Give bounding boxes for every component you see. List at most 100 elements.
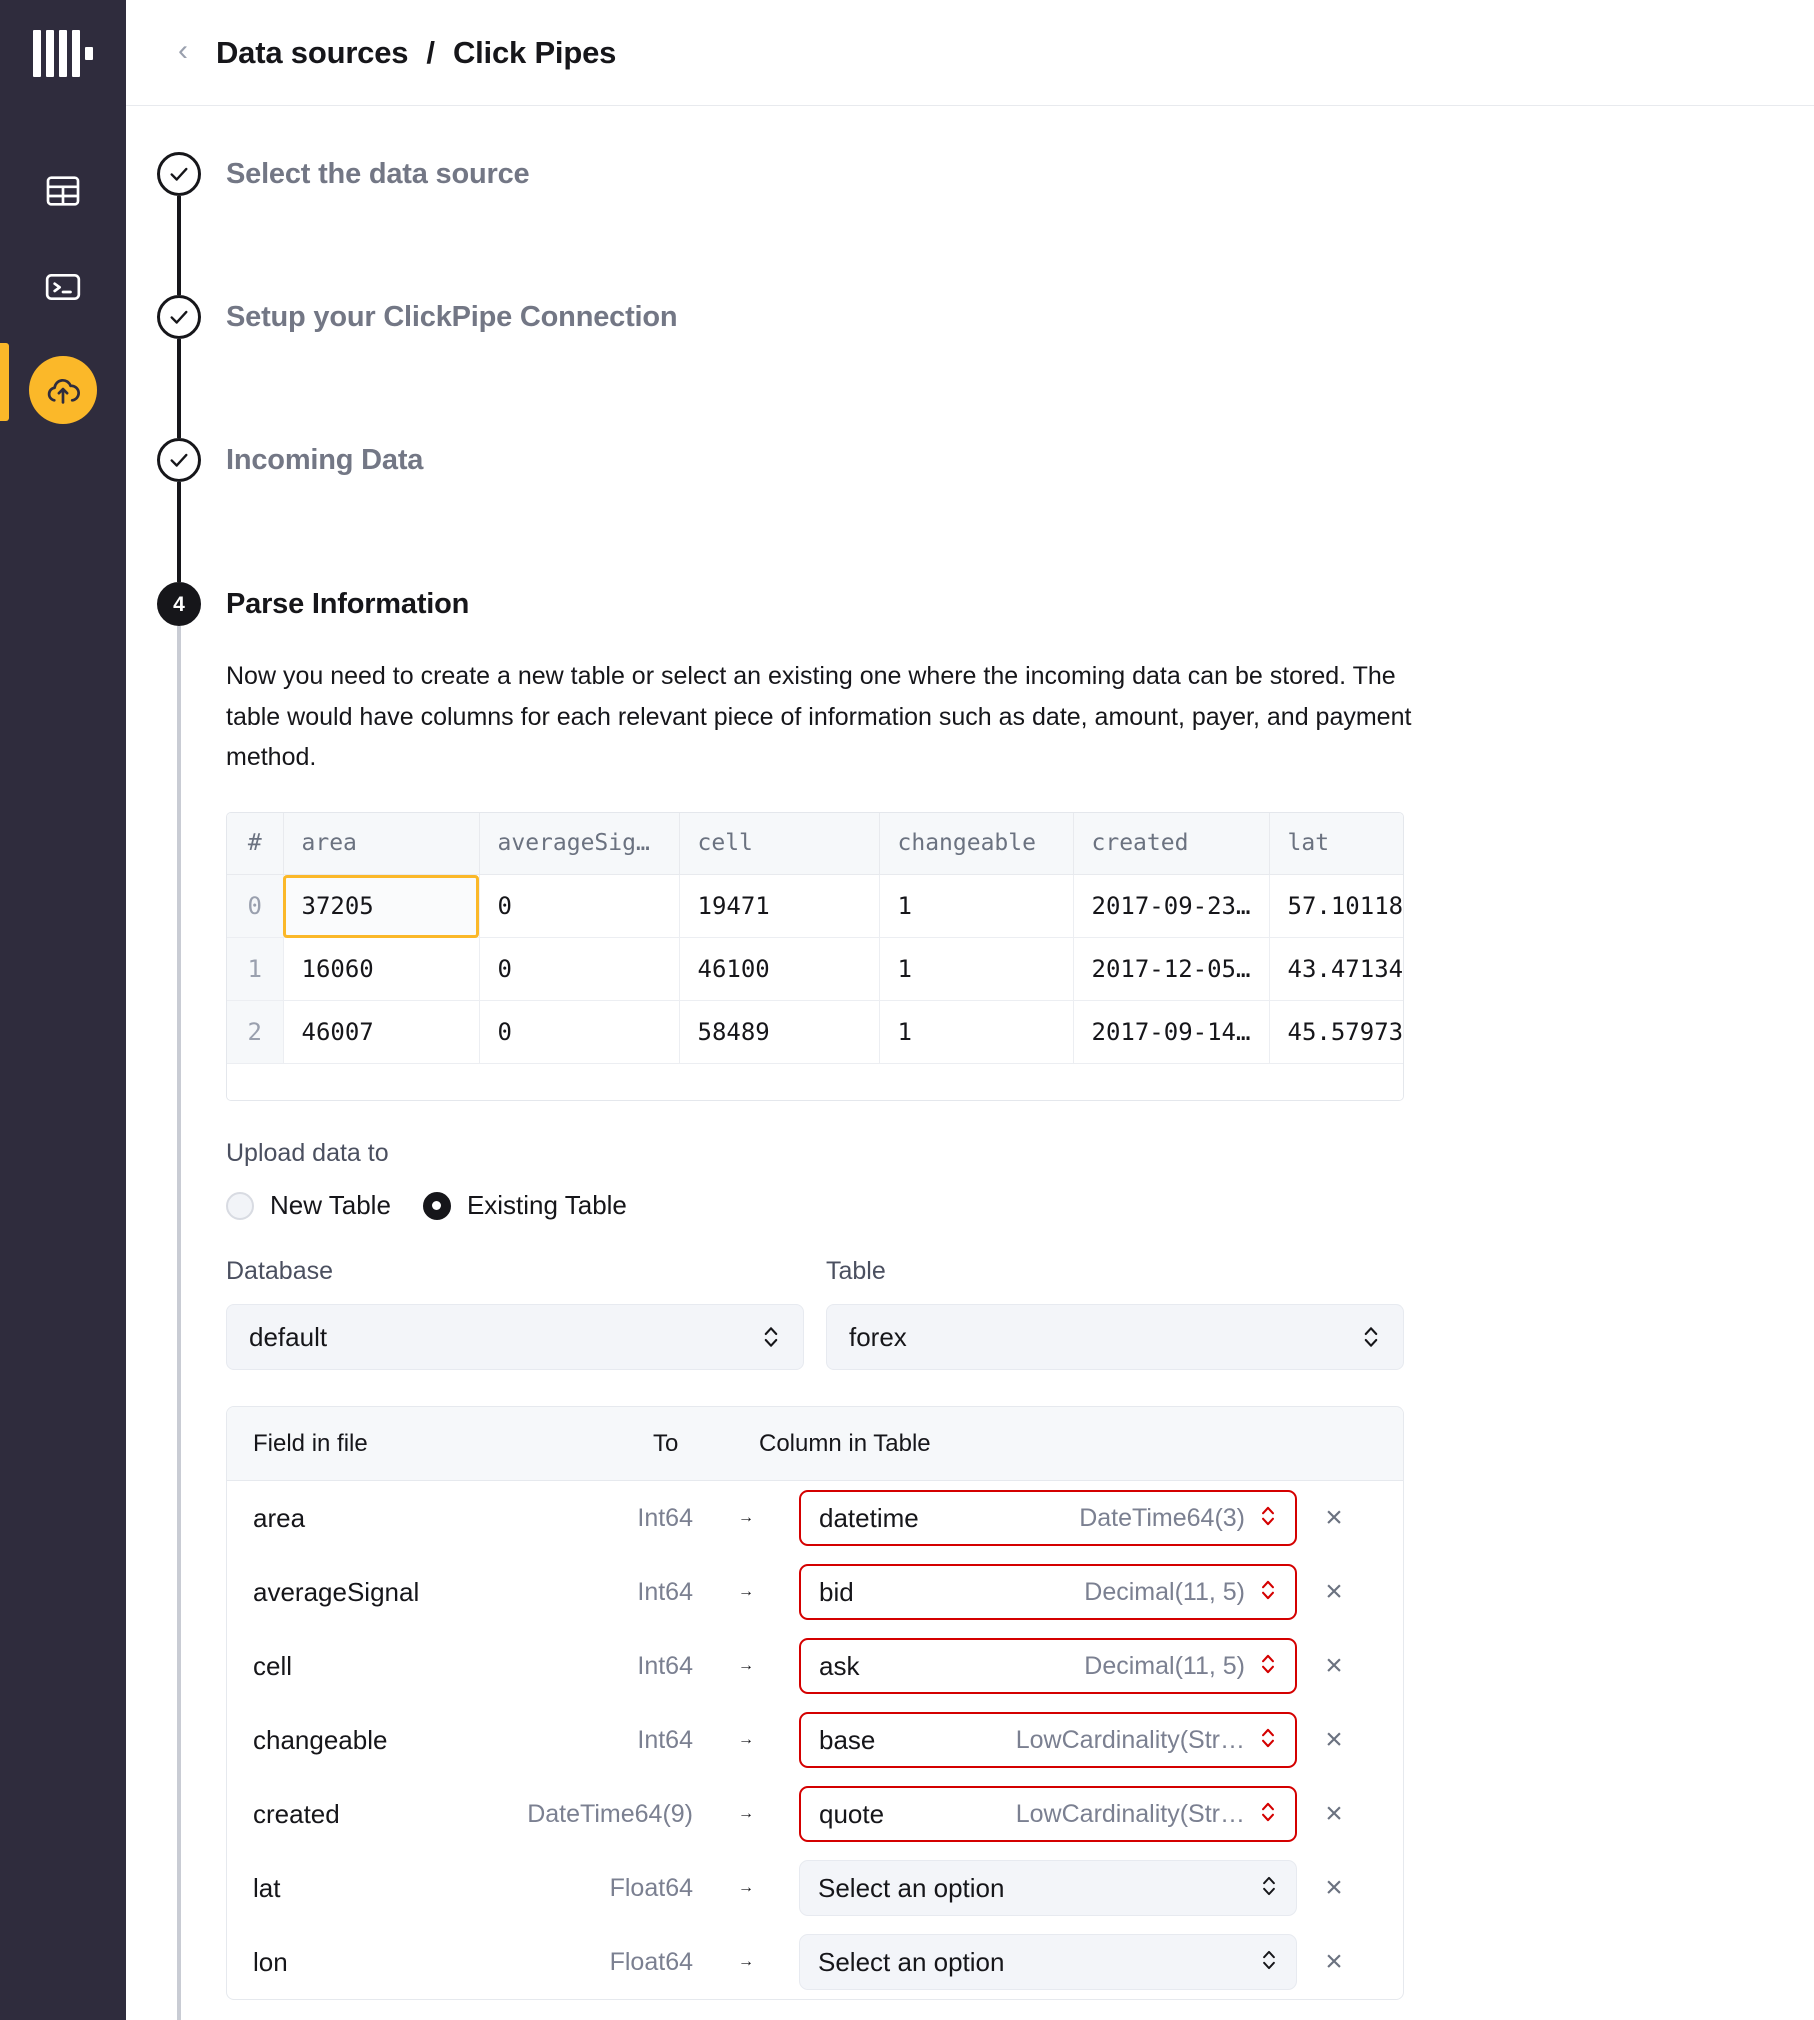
mapping-row-lon: lon Float64 → Select an option × [227,1925,1403,1999]
radio-existing-table-icon[interactable] [422,1191,451,1220]
step-incoming-data[interactable]: Incoming Data [126,438,1814,582]
mapping-column-select[interactable]: Select an option [799,1860,1297,1916]
arrow-right-icon: → [738,1509,754,1526]
mapping-column-select[interactable]: bid Decimal(11, 5) [799,1564,1297,1620]
mapping-column-placeholder: Select an option [818,1946,1005,1977]
mapping-field-type: Int64 [637,1503,693,1532]
step-setup-your-clickpipe-connection[interactable]: Setup your ClickPipe Connection [126,295,1814,438]
content-pane: Select the data source Setup your ClickP… [126,106,1814,2020]
parse-information-body: Now you need to create a new table or se… [226,656,1814,2000]
chevron-up-down-icon [1259,1502,1277,1535]
preview-col-index: # [227,812,284,875]
mapping-column-type: DateTime64(3) [1079,1503,1245,1532]
mapping-field-name: averageSignal [253,1576,420,1607]
remove-mapping-button[interactable]: × [1291,1945,1377,1979]
preview-col-created[interactable]: created [1073,812,1270,875]
step-status-check-icon [157,295,201,339]
table-select[interactable]: forex [826,1304,1404,1370]
mapping-column-cell: datetime DateTime64(3) [799,1490,1297,1546]
mapping-column-cell: base LowCardinality(Str… [799,1712,1297,1768]
back-chevron-icon[interactable]: ‹ [178,35,188,66]
breadcrumb-item-data-sources[interactable]: Data sources [216,35,409,71]
preview-cell[interactable]: 16060 [283,937,480,1001]
preview-cell[interactable]: 2017-09-14… [1073,1000,1270,1064]
cloud-upload-icon [29,356,97,424]
preview-col-averagesignal[interactable]: averageSig… [479,812,680,875]
chevron-up-down-icon [1259,1798,1277,1831]
radio-option-new-table[interactable]: New Table [226,1190,391,1221]
step-title: Select the data source [226,158,530,190]
mapping-column-cell: Select an option [799,1934,1297,1990]
top-bar: ‹ Data sources / Click Pipes [126,0,1814,106]
chevron-up-down-icon [761,1322,781,1352]
preview-cell[interactable]: 45.5797390… [1269,1000,1403,1064]
preview-cell[interactable]: 0 [479,874,680,938]
mapping-column-name: base [819,1724,876,1755]
preview-cell[interactable]: 1 [879,937,1074,1001]
radio-new-table-icon[interactable] [226,1191,254,1220]
sql-console-icon [43,267,83,307]
clickhouse-logo[interactable] [0,0,126,106]
radio-label: Existing Table [466,1190,627,1220]
logo-dot [85,46,93,60]
preview-cell[interactable]: 37205 [283,874,480,938]
mapping-column-select[interactable]: quote LowCardinality(Str… [799,1786,1297,1842]
chevron-up-down-icon [1259,1724,1277,1757]
preview-cell[interactable]: 57.101187 [1269,874,1403,938]
preview-cell[interactable]: 0 [479,1000,680,1064]
mapping-field-name: area [253,1502,306,1533]
breadcrumb-item-click-pipes[interactable]: Click Pipes [453,35,616,71]
mapping-column-select[interactable]: base LowCardinality(Str… [799,1712,1297,1768]
preview-col-area[interactable]: area [283,812,480,875]
step-select-the-data-source[interactable]: Select the data source [126,152,1814,295]
step-status-check-icon [157,438,201,482]
preview-col-changeable[interactable]: changeable [879,812,1074,875]
mapping-field-type: DateTime64(9) [527,1799,693,1828]
mapping-field-name: cell [253,1650,293,1681]
destination-selectors: Database default Table forex [226,1257,1404,1370]
database-field: Database default [226,1257,804,1370]
preview-cell[interactable]: 46007 [283,1000,480,1064]
preview-cell[interactable]: 0 [479,937,680,1001]
remove-mapping-button[interactable]: × [1291,1649,1377,1683]
arrow-right-icon: → [738,1805,754,1822]
remove-mapping-button[interactable]: × [1291,1501,1377,1535]
preview-col-lat[interactable]: lat [1269,812,1403,875]
sidebar-item-sql-console[interactable] [0,239,126,335]
mapping-column-type: LowCardinality(Str… [1015,1799,1245,1828]
mapping-field-type: Int64 [637,1651,693,1680]
arrow-right-icon: → [738,1657,754,1674]
mapping-column-select[interactable]: ask Decimal(11, 5) [799,1638,1297,1694]
preview-cell[interactable]: 46100 [679,937,880,1001]
mapping-column-select[interactable]: datetime DateTime64(3) [799,1490,1297,1546]
mapping-column-type: Decimal(11, 5) [1084,1577,1245,1606]
sidebar-item-tables[interactable] [0,143,126,239]
chevron-up-down-icon [1361,1322,1381,1352]
radio-option-existing-table[interactable]: Existing Table [422,1190,627,1221]
preview-cell[interactable]: 19471 [679,874,880,938]
step-connector [177,196,181,295]
database-select[interactable]: default [226,1304,804,1370]
remove-mapping-button[interactable]: × [1291,1723,1377,1757]
mapping-field-name: lon [253,1946,288,1977]
preview-cell[interactable]: 2017-09-23… [1073,874,1270,938]
preview-cell[interactable]: 1 [879,1000,1074,1064]
remove-mapping-button[interactable]: × [1291,1797,1377,1831]
preview-cell[interactable]: 2017-12-05… [1073,937,1270,1001]
preview-col-cell[interactable]: cell [679,812,880,875]
remove-mapping-button[interactable]: × [1291,1871,1377,1905]
table-row: 1 16060 0 46100 1 2017-12-05… 43.47134 -… [227,937,1403,1001]
mapping-column-cell: ask Decimal(11, 5) [799,1638,1297,1694]
remove-mapping-button[interactable]: × [1291,1575,1377,1609]
preview-cell[interactable]: 1 [879,874,1074,938]
preview-cell[interactable]: 43.47134 [1269,937,1403,1001]
sidebar-active-indicator [0,343,9,421]
mapping-field-name: changeable [253,1724,388,1755]
preview-cell[interactable]: 58489 [679,1000,880,1064]
mapping-row-changeable: changeable Int64 → base LowCardinality(S… [227,1703,1403,1777]
step-number-badge: 4 [157,582,201,626]
mapping-row-area: area Int64 → datetime DateTime64(3) × [227,1481,1403,1555]
sidebar-item-data-sources[interactable] [0,335,126,445]
mapping-col-field-in-file: Field in file [253,1429,368,1457]
mapping-column-select[interactable]: Select an option [799,1934,1297,1990]
